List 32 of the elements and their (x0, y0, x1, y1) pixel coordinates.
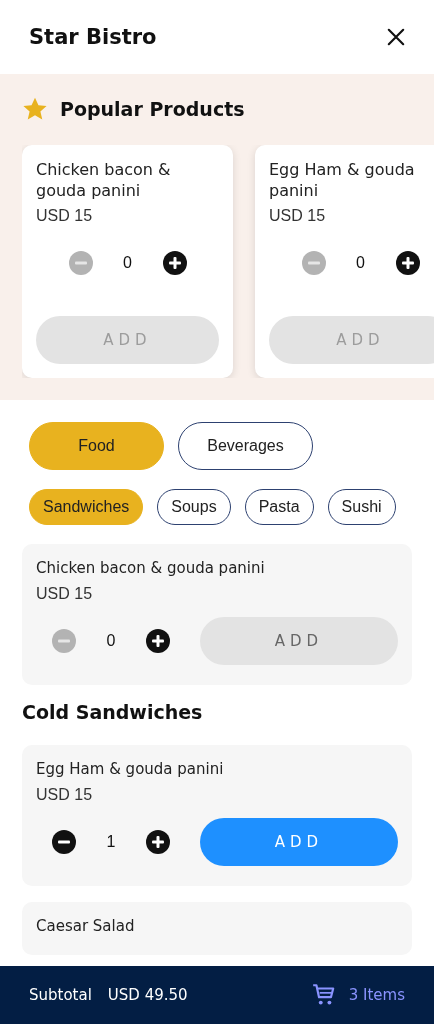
plus-icon[interactable] (146, 830, 170, 854)
category-chip[interactable]: Sushi (327, 489, 396, 525)
plus-icon[interactable] (146, 629, 170, 653)
product-price: USD 15 (36, 207, 93, 225)
plus-icon[interactable] (162, 251, 187, 275)
product-name: Egg Ham & gouda panini (36, 760, 224, 778)
plus-icon[interactable] (395, 251, 420, 275)
product-name: Egg Ham & gouda panini (269, 159, 416, 201)
category-chip[interactable]: Pasta (244, 489, 314, 525)
product-name: Chicken bacon & gouda panini (36, 159, 172, 201)
product-name: Chicken bacon & gouda panini (36, 559, 265, 577)
app-title: Star Bistro (29, 25, 157, 49)
quantity-value: 0 (122, 254, 133, 272)
section-title: Popular Products (60, 98, 245, 120)
quantity-value: 0 (355, 254, 366, 272)
product-price: USD 15 (36, 786, 93, 804)
product-price: USD 15 (269, 207, 326, 225)
quantity-value: 0 (105, 632, 117, 650)
menu-tab[interactable]: Beverages (178, 422, 313, 470)
product-price: USD 15 (36, 585, 93, 603)
category-chip[interactable]: Soups (157, 489, 231, 525)
menu-tab[interactable]: Food (29, 422, 164, 470)
close-icon[interactable] (387, 28, 405, 46)
subtotal-amount: USD 49.50 (107, 986, 188, 1004)
star-icon (22, 96, 48, 122)
minus-icon[interactable] (52, 830, 76, 854)
section-title: Cold Sandwiches (22, 701, 204, 723)
subtotal-label: Subtotal (29, 986, 92, 1004)
quantity-value: 1 (105, 833, 117, 851)
category-chip[interactable]: Sandwiches (29, 489, 144, 525)
cart-items-count[interactable]: 3 Items (348, 986, 405, 1004)
product-name: Caesar Salad (36, 917, 135, 935)
